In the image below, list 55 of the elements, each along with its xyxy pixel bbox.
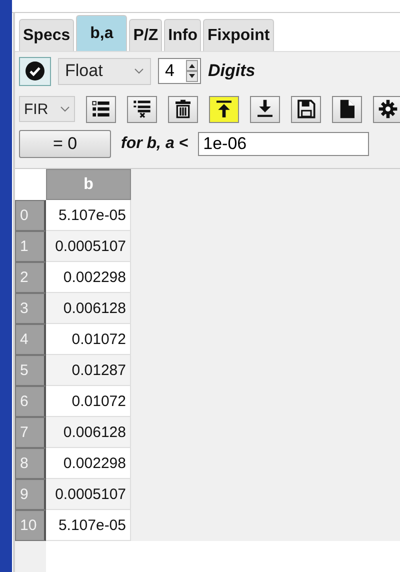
row-header[interactable]: 6 <box>15 386 46 417</box>
row-header[interactable]: 5 <box>15 355 46 386</box>
table-cell: 0.01072 <box>46 324 131 355</box>
row-header[interactable]: 8 <box>15 448 46 479</box>
table-cell: 0.002298 <box>46 448 131 479</box>
tab[interactable]: P/Z <box>129 19 162 51</box>
row-header[interactable]: 4 <box>15 324 46 355</box>
gear-icon <box>378 99 398 119</box>
table-cell: 0.006128 <box>46 417 131 448</box>
table-cell: 0.01287 <box>46 355 131 386</box>
save-icon <box>296 99 316 119</box>
tab[interactable]: Specs <box>19 19 74 51</box>
table-cell: 0.0005107 <box>46 231 131 262</box>
toolbar-button[interactable] <box>291 96 321 122</box>
tab[interactable]: b,a <box>76 15 128 51</box>
download-icon <box>255 99 275 119</box>
toolbar-button[interactable] <box>127 96 157 122</box>
dropdown[interactable]: Float <box>58 58 151 84</box>
set-zero-button[interactable]: = 0 <box>19 130 111 158</box>
check-icon <box>25 61 45 81</box>
digits-label: Digits <box>208 61 256 81</box>
row-header[interactable]: 10 <box>15 510 46 541</box>
table-cell: 5.107e-05 <box>46 200 131 231</box>
toolbar-button[interactable] <box>373 96 400 122</box>
toolbar-button[interactable] <box>86 96 116 122</box>
delete-row-icon <box>132 99 152 119</box>
chevron-icon <box>60 106 70 112</box>
row-header[interactable]: 1 <box>15 231 46 262</box>
table-cell: 5.107e-05 <box>46 510 131 541</box>
dropdown[interactable]: FIR <box>19 96 75 122</box>
upload-icon <box>214 99 234 119</box>
threshold-field[interactable]: 1e-06 <box>198 132 370 156</box>
toolbar-button[interactable] <box>250 96 280 122</box>
row-header[interactable]: 7 <box>15 417 46 448</box>
row-header[interactable]: 0 <box>15 200 46 231</box>
chevron-icon <box>134 68 144 74</box>
trash-icon <box>173 99 193 119</box>
table-cell: 0.006128 <box>46 293 131 324</box>
row-header[interactable]: 2 <box>15 262 46 293</box>
tab[interactable]: Fixpoint <box>203 19 274 51</box>
toolbar-button[interactable] <box>209 96 239 122</box>
table-cell: 0.01072 <box>46 386 131 417</box>
table-cell: 0.002298 <box>46 262 131 293</box>
toolbar-button[interactable] <box>168 96 198 122</box>
row-header[interactable]: 3 <box>15 293 46 324</box>
tab[interactable]: Info <box>164 19 202 51</box>
table-corner <box>15 169 46 200</box>
toolbar-button[interactable] <box>332 96 362 122</box>
row-header[interactable]: 9 <box>15 479 46 510</box>
spin-box[interactable]: 4 <box>158 58 201 84</box>
threshold-label: for b, a < <box>121 135 188 153</box>
list-icon <box>91 99 111 119</box>
table-cell: 0.0005107 <box>46 479 131 510</box>
toggle-button[interactable] <box>19 56 51 86</box>
column-header[interactable]: b <box>46 169 131 200</box>
